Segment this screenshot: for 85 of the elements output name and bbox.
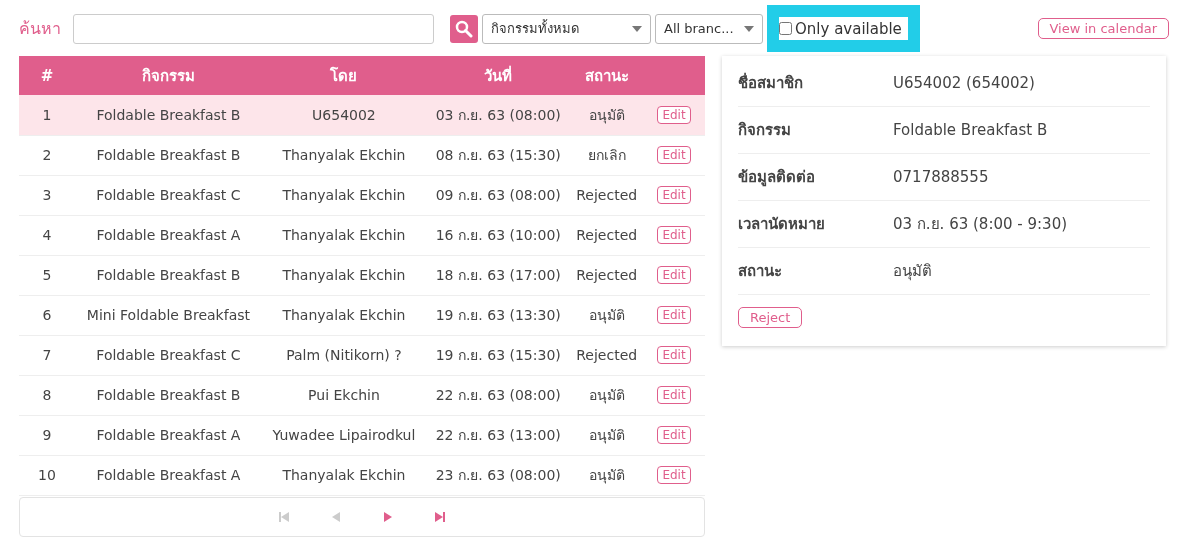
- column-header: วันที่: [426, 56, 571, 95]
- only-available-checkbox[interactable]: [779, 22, 792, 35]
- table-cell: 10: [19, 455, 75, 495]
- table-cell: 4: [19, 215, 75, 255]
- field-label: ชื่อสมาชิก: [738, 71, 804, 94]
- table-row[interactable]: 4 Foldable Breakfast A Thanyalak Ekchin 16 ก.ย. 63 (10:00) Rejected Edit: [19, 215, 705, 255]
- table-row[interactable]: 10 Foldable Breakfast A Thanyalak Ekchin 23 ก.ย. 63 (08:00) อนุมัติ Edit: [19, 455, 705, 495]
- table-cell: Foldable Breakfast A: [75, 215, 262, 255]
- table-cell: 03 ก.ย. 63 (08:00): [426, 95, 571, 135]
- table-cell: 23 ก.ย. 63 (08:00): [426, 455, 571, 495]
- only-available-label: Only available: [795, 19, 902, 38]
- table-cell: อนุมัติ: [570, 375, 643, 415]
- table-row[interactable]: 9 Foldable Breakfast A Yuwadee Lipairodkul 22 ก.ย. 63 (13:00) อนุมัติ Edit: [19, 415, 705, 455]
- next-page-icon[interactable]: [382, 510, 394, 523]
- table-cell: Yuwadee Lipairodkul: [261, 415, 426, 455]
- table-cell: 09 ก.ย. 63 (08:00): [426, 175, 571, 215]
- table-cell: Foldable Breakfast C: [75, 335, 262, 375]
- table-cell: Thanyalak Ekchin: [261, 175, 426, 215]
- field-value: U654002 (654002): [893, 74, 1035, 92]
- view-in-calendar-button[interactable]: View in calendar: [1037, 18, 1169, 39]
- search-button[interactable]: [450, 14, 478, 43]
- table-cell: 1: [19, 95, 75, 135]
- table-cell: Foldable Breakfast C: [75, 175, 262, 215]
- column-header: โดย: [261, 56, 426, 95]
- table-cell: 2: [19, 135, 75, 175]
- table-cell: Rejected: [570, 175, 643, 215]
- table-cell: Foldable Breakfast B: [75, 135, 262, 175]
- column-header: #: [19, 56, 75, 95]
- table-cell: 22 ก.ย. 63 (08:00): [426, 375, 571, 415]
- table-cell: 18 ก.ย. 63 (17:00): [426, 255, 571, 295]
- field-value: 03 ก.ย. 63 (8:00 - 9:30): [893, 214, 1068, 235]
- table-row[interactable]: 2 Foldable Breakfast B Thanyalak Ekchin 08 ก.ย. 63 (15:30) ยกเลิก Edit: [19, 135, 705, 175]
- table-cell: Foldable Breakfast A: [75, 455, 262, 495]
- table-cell: 5: [19, 255, 75, 295]
- table-cell: 9: [19, 415, 75, 455]
- field-value: อนุมัติ: [893, 261, 932, 283]
- table-row[interactable]: 3 Foldable Breakfast C Thanyalak Ekchin 09 ก.ย. 63 (08:00) Rejected Edit: [19, 175, 705, 215]
- field-label: ข้อมูลติดต่อ: [738, 167, 816, 189]
- table-cell: 16 ก.ย. 63 (10:00): [426, 215, 571, 255]
- table-cell: อนุมัติ: [570, 455, 643, 495]
- table-cell: Mini Foldable Breakfast: [75, 295, 262, 335]
- table-row[interactable]: 8 Foldable Breakfast B Pui Ekchin 22 ก.ย. 63 (08:00) อนุมัติ Edit: [19, 375, 705, 415]
- table-cell: 7: [19, 335, 75, 375]
- table-cell: 8: [19, 375, 75, 415]
- table-cell: 22 ก.ย. 63 (13:00): [426, 415, 571, 455]
- column-header: สถานะ: [570, 56, 643, 95]
- field-label: สถานะ: [738, 261, 783, 282]
- field-label: เวลานัดหมาย: [738, 214, 826, 235]
- table-cell: Foldable Breakfast B: [75, 375, 262, 415]
- table-cell: U654002: [261, 95, 426, 135]
- table-cell: Thanyalak Ekchin: [261, 295, 426, 335]
- search-label: ค้นหา: [19, 18, 62, 40]
- table-cell: Foldable Breakfast B: [75, 95, 262, 135]
- table-cell: Foldable Breakfast A: [75, 415, 262, 455]
- column-header: กิจกรรม: [75, 56, 262, 95]
- table-cell: Rejected: [570, 255, 643, 295]
- branch-dropdown[interactable]: All branc...: [655, 13, 763, 44]
- field-value: Foldable Breakfast B: [893, 121, 1048, 139]
- table-cell: 19 ก.ย. 63 (13:30): [426, 295, 571, 335]
- reject-button[interactable]: Reject: [738, 307, 803, 328]
- table-cell: Rejected: [570, 335, 643, 375]
- table-row[interactable]: 7 Foldable Breakfast C Palm (Nitikorn) ? 19 ก.ย. 63 (15:30) Rejected Edit: [19, 335, 705, 375]
- table-cell: อนุมัติ: [570, 95, 643, 135]
- table-cell: Pui Ekchin: [261, 375, 426, 415]
- table-cell: Thanyalak Ekchin: [261, 455, 426, 495]
- last-page-icon[interactable]: [434, 510, 446, 523]
- table-cell: Thanyalak Ekchin: [261, 215, 426, 255]
- table-cell: Palm (Nitikorn) ?: [261, 335, 426, 375]
- table-cell: อนุมัติ: [570, 415, 643, 455]
- table-cell: 6: [19, 295, 75, 335]
- field-value: 0717888555: [893, 168, 989, 186]
- table-cell: 3: [19, 175, 75, 215]
- table-cell: ยกเลิก: [570, 135, 643, 175]
- field-label: กิจกรรม: [738, 120, 792, 141]
- table-cell: Foldable Breakfast B: [75, 255, 262, 295]
- table-cell: 19 ก.ย. 63 (15:30): [426, 335, 571, 375]
- table-row[interactable]: 5 Foldable Breakfast B Thanyalak Ekchin 18 ก.ย. 63 (17:00) Rejected Edit: [19, 255, 705, 295]
- table-cell: Rejected: [570, 215, 643, 255]
- table-cell: Thanyalak Ekchin: [261, 135, 426, 175]
- activity-dropdown[interactable]: กิจกรรมทั้งหมด: [482, 13, 651, 44]
- table-row[interactable]: 6 Mini Foldable Breakfast Thanyalak Ekchin 19 ก.ย. 63 (13:30) อนุมัติ Edit: [19, 295, 705, 335]
- table-cell: อนุมัติ: [570, 295, 643, 335]
- search-field[interactable]: [73, 13, 434, 44]
- table-cell: Thanyalak Ekchin: [261, 255, 426, 295]
- table-cell: 08 ก.ย. 63 (15:30): [426, 135, 571, 175]
